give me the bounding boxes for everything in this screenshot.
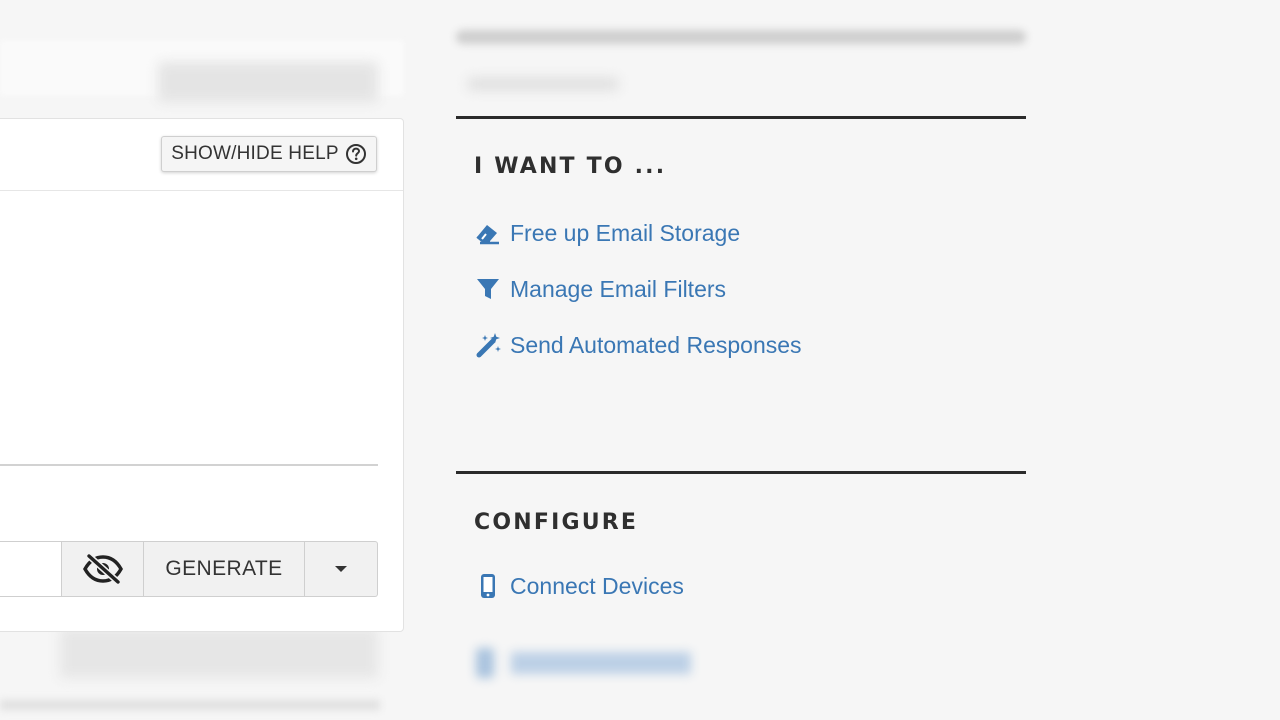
- toggle-password-visibility-button[interactable]: [62, 541, 144, 597]
- manage-filters-label: Manage Email Filters: [510, 275, 727, 302]
- blurred-text-ghost: [468, 78, 618, 90]
- blurred-rule-ghost: [456, 30, 1026, 44]
- panel-header: SHOW/HIDE HELP: [0, 119, 403, 191]
- magic-wand-icon: [474, 331, 502, 359]
- eye-slash-icon: [82, 554, 123, 584]
- manage-filters-link[interactable]: Manage Email Filters: [474, 275, 726, 303]
- panel-divider: [0, 464, 378, 466]
- password-input[interactable]: [0, 541, 62, 597]
- question-circle-icon: [345, 143, 367, 165]
- i-want-to-heading: I WANT TO ...: [474, 154, 667, 179]
- show-hide-help-button[interactable]: SHOW/HIDE HELP: [161, 136, 377, 172]
- password-generator-group: GENERATE: [0, 541, 378, 597]
- help-button-label: SHOW/HIDE HELP: [171, 143, 339, 164]
- free-up-storage-label: Free up Email Storage: [510, 219, 741, 246]
- page: SHOW/HIDE HELP GENERATE I WANT TO ... Fr…: [0, 0, 1280, 720]
- free-up-storage-link[interactable]: Free up Email Storage: [474, 219, 740, 247]
- eraser-icon: [474, 219, 502, 247]
- blurred-row-ghost: [60, 628, 378, 678]
- connect-devices-link[interactable]: Connect Devices: [474, 572, 684, 600]
- generate-password-button[interactable]: GENERATE: [144, 541, 305, 597]
- send-automated-responses-label: Send Automated Responses: [510, 331, 802, 358]
- connect-devices-label: Connect Devices: [510, 572, 684, 599]
- caret-down-icon: [335, 566, 347, 572]
- generate-options-dropdown[interactable]: [305, 541, 378, 597]
- mobile-device-icon: [474, 572, 502, 600]
- blurred-link-ghost: [476, 648, 696, 682]
- send-automated-responses-link[interactable]: Send Automated Responses: [474, 331, 802, 359]
- blurred-button-ghost: [158, 62, 378, 102]
- section-rule: [456, 471, 1026, 474]
- section-rule: [456, 116, 1026, 119]
- configure-heading: CONFIGURE: [474, 510, 639, 535]
- blurred-line-ghost: [0, 700, 380, 710]
- filter-icon: [474, 275, 502, 303]
